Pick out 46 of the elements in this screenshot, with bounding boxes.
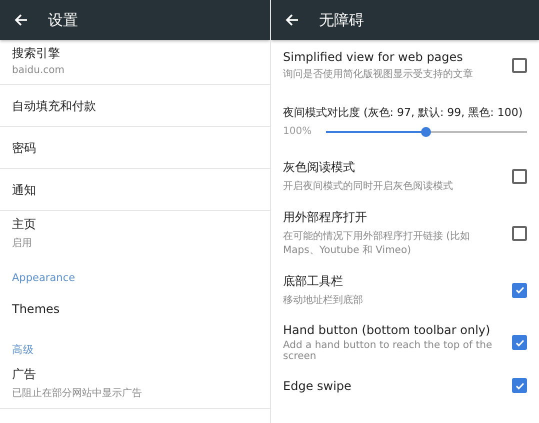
- check-icon: [514, 338, 524, 348]
- option-description: 询问是否使用简化版视图显示受支持的文章: [283, 68, 474, 81]
- item-title: 广告: [12, 366, 37, 383]
- settings-item[interactable]: 通知: [0, 169, 270, 211]
- slider-value: 100%: [283, 126, 312, 137]
- option-description: 开启夜间模式的同时开启灰色阅读模式: [283, 180, 454, 193]
- checkbox[interactable]: [512, 226, 527, 240]
- option-title: Simplified view for web pages: [283, 50, 464, 64]
- settings-item[interactable]: 广告 已阻止在部分网站中显示广告: [0, 361, 270, 409]
- option-description: 在可能的情况下用外部程序打开链接 (比如 Maps、Youtube 和 Vimeo): [283, 230, 472, 257]
- item-title: Themes: [12, 302, 61, 316]
- checkbox[interactable]: [512, 168, 527, 184]
- checkbox[interactable]: [512, 58, 527, 73]
- settings-item[interactable]: 搜索引擎 baidu.com: [0, 40, 270, 85]
- item-title: 搜索引擎: [12, 45, 61, 62]
- option-title: 底部工具栏: [283, 273, 344, 290]
- slider-thumb[interactable]: [421, 126, 432, 136]
- back-icon[interactable]: [285, 13, 299, 27]
- item-title: 通知: [12, 182, 37, 198]
- check-icon: [514, 285, 524, 295]
- section-header: Appearance: [11, 271, 76, 286]
- settings-item[interactable]: 自动填充和付款: [0, 85, 270, 127]
- checkbox[interactable]: [512, 282, 527, 298]
- section-header: 高级: [11, 343, 35, 358]
- item-title: 自动填充和付款: [12, 98, 97, 114]
- option-title: Hand button (bottom toolbar only): [283, 323, 492, 337]
- option-description: Add a hand button to reach the top of the screen: [283, 340, 494, 362]
- item-subtitle: baidu.com: [12, 65, 66, 76]
- page-title: 设置: [48, 10, 78, 30]
- item-subtitle: 已阻止在部分网站中显示广告: [12, 386, 143, 400]
- option-description: 移动地址栏到底部: [283, 294, 364, 307]
- page-title: 无障碍: [319, 10, 364, 30]
- checkbox[interactable]: [512, 378, 527, 393]
- back-icon[interactable]: [14, 13, 28, 27]
- slider-label: 夜间模式对比度 (灰色: 97, 默认: 99, 黑色: 100): [283, 106, 523, 119]
- option-title: 灰色阅读模式: [283, 159, 356, 176]
- option-title: Edge swipe: [283, 378, 352, 392]
- item-subtitle: 启用: [12, 236, 33, 250]
- item-title: 主页: [12, 216, 37, 233]
- settings-item[interactable]: Themes: [0, 288, 270, 329]
- option-title: 用外部程序打开: [283, 209, 368, 226]
- settings-item[interactable]: 密码: [0, 127, 270, 169]
- checkbox[interactable]: [512, 335, 527, 350]
- settings-item[interactable]: 主页 启用: [0, 211, 270, 258]
- item-title: 密码: [12, 140, 37, 156]
- check-icon: [514, 380, 524, 390]
